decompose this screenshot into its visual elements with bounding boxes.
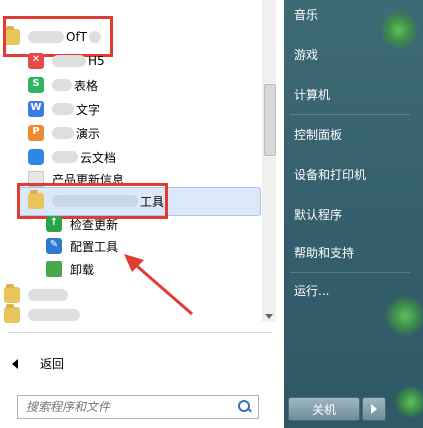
folder-blurred-1[interactable] (4, 284, 70, 306)
back-arrow-icon (12, 358, 18, 369)
tool-item-config[interactable]: ✎ 配置工具 (46, 235, 118, 257)
back-label: 返回 (40, 357, 65, 371)
h5-icon: ✕ (28, 53, 44, 69)
tool-item-uninstall[interactable]: 卸载 (46, 258, 94, 280)
divider (290, 272, 410, 273)
cloud-doc-icon (28, 149, 44, 165)
tool-label: 配置工具 (70, 239, 119, 254)
decorative-glow (394, 385, 423, 419)
programs-panel: OfT ✕ H5 S 表格 W 文字 P 演示 云文档 产品更新信息 工具 ↑ (0, 0, 284, 428)
program-item-spreadsheet[interactable]: S 表格 (28, 74, 98, 96)
program-label: 表格 (74, 78, 99, 93)
decorative-glow (379, 10, 419, 50)
divider (8, 332, 272, 333)
tool-label: 检查更新 (70, 217, 119, 232)
right-menu-panel: 音乐 游戏 计算机 控制面板 设备和打印机 默认程序 帮助和支持 运行... (284, 0, 423, 428)
menu-devices-printers[interactable]: 设备和打印机 (294, 166, 366, 183)
folder-icon (4, 284, 20, 303)
menu-default-programs[interactable]: 默认程序 (294, 206, 342, 223)
program-label: 演示 (76, 126, 101, 141)
tool-item-check-update[interactable]: ↑ 检查更新 (46, 213, 118, 235)
back-button[interactable]: 返回 (12, 355, 64, 372)
scroll-down-arrow-icon[interactable] (265, 314, 273, 319)
program-label: H5 (88, 54, 105, 68)
annotation-arrow (124, 254, 193, 316)
menu-control-panel[interactable]: 控制面板 (294, 126, 342, 143)
menu-run[interactable]: 运行... (294, 282, 329, 299)
folder-blurred-2[interactable] (4, 304, 82, 326)
program-item-writer[interactable]: W 文字 (28, 98, 100, 120)
menu-computer[interactable]: 计算机 (294, 86, 330, 103)
shutdown-label: 关机 (311, 402, 336, 417)
decorative-glow (384, 295, 423, 337)
program-item-cloud-doc[interactable]: 云文档 (28, 146, 116, 168)
program-label: 文字 (76, 102, 101, 117)
shutdown-options-arrow-icon[interactable] (362, 397, 386, 421)
uninstall-icon (46, 261, 62, 277)
shutdown-button[interactable]: 关机 (288, 397, 360, 421)
scrollbar-thumb[interactable] (264, 84, 276, 156)
writer-icon: W (28, 101, 44, 117)
update-icon: ↑ (46, 216, 62, 232)
search-box[interactable] (17, 395, 259, 419)
wrench-icon: ✎ (46, 238, 62, 254)
menu-music[interactable]: 音乐 (294, 6, 318, 23)
program-item-presentation[interactable]: P 演示 (28, 122, 100, 144)
divider (290, 114, 410, 115)
tool-label: 卸载 (70, 262, 95, 277)
program-label: 云文档 (80, 150, 117, 165)
search-icon[interactable] (238, 400, 252, 414)
menu-games[interactable]: 游戏 (294, 46, 318, 63)
menu-help-support[interactable]: 帮助和支持 (294, 244, 354, 261)
folder-icon (4, 304, 20, 323)
spreadsheet-icon: S (28, 77, 44, 93)
presentation-icon: P (28, 125, 44, 141)
programs-scrollbar[interactable] (262, 0, 276, 322)
program-item-h5[interactable]: ✕ H5 (28, 50, 105, 72)
search-input[interactable] (18, 399, 238, 415)
